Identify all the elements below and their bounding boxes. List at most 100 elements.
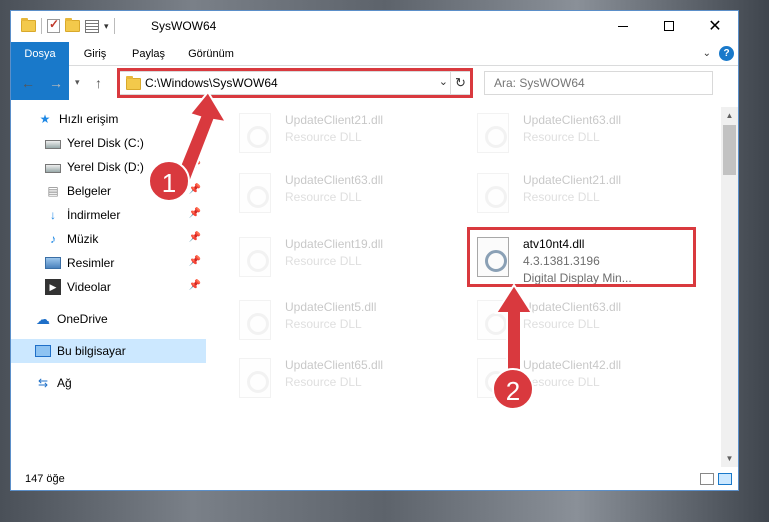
file-name: UpdateClient5.dll (285, 300, 377, 314)
help-icon[interactable]: ? (719, 46, 734, 61)
ribbon-right-controls: ⌄ ? (703, 46, 734, 61)
sidebar-item-label: Yerel Disk (D:) (67, 160, 144, 174)
file-name: UpdateClient65.dll (285, 358, 384, 372)
disk-icon (45, 164, 61, 173)
file-description: Resource DLL (523, 190, 600, 204)
sidebar-item-label: İndirmeler (67, 208, 121, 222)
dll-file-icon (477, 113, 509, 153)
ribbon-tabs: Dosya Giriş Paylaş Görünüm ⌄ ? (11, 42, 738, 100)
window-controls: ✕ (600, 11, 738, 41)
maximize-button[interactable] (646, 11, 692, 41)
details-view-icon[interactable] (700, 473, 714, 485)
file-description: Resource DLL (523, 375, 600, 389)
pin-icon[interactable]: 📌 (189, 184, 201, 195)
computer-icon (35, 345, 51, 357)
sidebar-item-downloads[interactable]: ↓ İndirmeler 📌 (11, 203, 206, 227)
file-description: Resource DLL (285, 190, 362, 204)
pin-icon[interactable]: 📌 (189, 256, 201, 267)
sidebar-item-label: Videolar (67, 280, 111, 294)
disk-icon (45, 140, 61, 149)
close-button[interactable]: ✕ (692, 11, 738, 41)
star-icon: ★ (39, 112, 51, 126)
file-description: Resource DLL (285, 130, 362, 144)
close-icon: ✕ (708, 18, 722, 35)
sidebar-item-pictures[interactable]: Resimler 📌 (11, 251, 206, 275)
minimize-button[interactable] (600, 11, 646, 41)
search-input[interactable] (485, 72, 712, 94)
documents-icon: ▤ (47, 184, 59, 198)
sidebar-item-label: Belgeler (67, 184, 112, 198)
file-name: UpdateClient21.dll (285, 113, 384, 127)
title-bar: ▾ SysWOW64 ✕ (11, 11, 738, 42)
tab-share[interactable]: Paylaş (121, 42, 176, 66)
sidebar-item-label: Bu bilgisayar (57, 344, 126, 358)
properties-check-icon[interactable] (47, 17, 60, 33)
list-item[interactable]: UpdateClient21.dll Resource DLL (231, 107, 456, 165)
sidebar-item-music[interactable]: ♪ Müzik 📌 (11, 227, 206, 251)
item-count: 147 öğe (25, 473, 65, 485)
minimize-icon (618, 25, 628, 27)
list-item[interactable]: UpdateClient65.dll Resource DLL (231, 352, 456, 410)
videos-icon: ▶ (45, 279, 61, 295)
dll-file-icon (239, 113, 271, 153)
sidebar-item-label: Müzik (67, 232, 99, 246)
folder-icon (21, 18, 36, 32)
file-description: Resource DLL (285, 317, 362, 331)
sidebar-item-onedrive[interactable]: ☁ OneDrive (11, 307, 206, 331)
step-badge-1: 1 (148, 160, 190, 202)
vertical-scrollbar[interactable]: ▲ ▼ (721, 107, 738, 467)
list-item[interactable]: UpdateClient63.dll Resource DLL (231, 167, 456, 225)
file-description: Resource DLL (523, 130, 600, 144)
sidebar-item-label: Yerel Disk (C:) (67, 136, 144, 150)
up-arrow-icon[interactable]: ↑ (95, 75, 102, 91)
file-description: Resource DLL (285, 254, 362, 268)
dll-file-icon (477, 173, 509, 213)
new-folder-icon[interactable] (65, 18, 80, 32)
arrow-to-file (494, 283, 534, 372)
scrollbar-thumb[interactable] (723, 125, 736, 175)
toolbar-divider (41, 18, 42, 34)
pin-icon[interactable]: 📌 (189, 232, 201, 243)
file-name: UpdateClient63.dll (523, 300, 622, 314)
file-name: UpdateClient63.dll (523, 113, 622, 127)
properties-list-icon[interactable] (85, 19, 99, 33)
customize-toolbar-chevron-icon[interactable]: ▾ (104, 21, 109, 32)
step-badge-2: 2 (492, 368, 534, 410)
scroll-up-arrow-icon[interactable]: ▲ (721, 107, 738, 124)
dll-file-icon (239, 300, 271, 340)
sidebar-item-label: Resimler (67, 256, 115, 270)
file-name: UpdateClient21.dll (523, 173, 622, 187)
sidebar-item-this-pc[interactable]: Bu bilgisayar (11, 339, 206, 363)
file-description: Resource DLL (285, 375, 362, 389)
scroll-down-arrow-icon[interactable]: ▼ (721, 450, 738, 467)
music-icon: ♪ (50, 232, 56, 246)
tab-view[interactable]: Görünüm (179, 42, 243, 66)
forward-arrow-icon[interactable]: → (49, 75, 63, 91)
back-arrow-icon[interactable]: ← (21, 75, 35, 91)
arrow-shape (494, 283, 534, 372)
dll-file-icon (239, 173, 271, 213)
tiles-view-icon[interactable] (718, 473, 732, 485)
list-item[interactable]: UpdateClient5.dll Resource DLL (231, 294, 456, 352)
dll-file-icon (239, 237, 271, 277)
sidebar-item-network[interactable]: ⇆ Ağ (11, 371, 206, 395)
search-box[interactable] (484, 71, 713, 95)
tab-home[interactable]: Giriş (69, 42, 121, 66)
download-icon: ↓ (50, 208, 56, 222)
recent-locations-chevron-icon[interactable]: ▾ (75, 77, 80, 88)
sidebar-item-label: Ağ (57, 376, 72, 390)
list-item[interactable]: UpdateClient63.dll Resource DLL (469, 107, 694, 165)
sidebar-item-videos[interactable]: ▶ Videolar 📌 (11, 275, 206, 299)
pin-icon[interactable]: 📌 (189, 280, 201, 291)
expand-ribbon-chevron-icon[interactable]: ⌄ (703, 48, 711, 59)
file-name: UpdateClient42.dll (523, 358, 622, 372)
maximize-icon (664, 21, 674, 31)
file-name: UpdateClient19.dll (285, 237, 384, 251)
cloud-icon: ☁ (36, 311, 50, 327)
pictures-icon (45, 257, 61, 269)
quick-access-toolbar: ▾ (21, 17, 115, 34)
list-item[interactable]: UpdateClient21.dll Resource DLL (469, 167, 694, 225)
list-item[interactable]: UpdateClient19.dll Resource DLL (231, 231, 456, 289)
view-toggle (700, 473, 732, 485)
pin-icon[interactable]: 📌 (189, 208, 201, 219)
